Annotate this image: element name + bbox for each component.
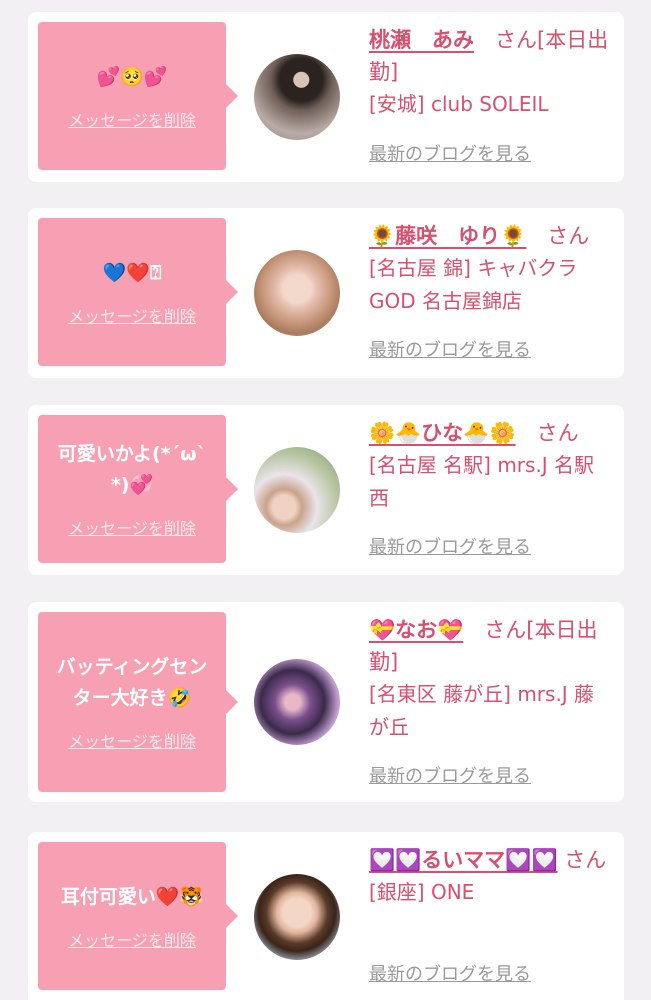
- message-text: 💕🥺💕: [96, 65, 168, 88]
- cast-name-link[interactable]: 🌼🐣ひな🐣🌼: [369, 421, 516, 445]
- latest-blog-link[interactable]: 最新のブログを見る: [369, 960, 531, 986]
- delete-message-link[interactable]: メッセージを削除: [68, 927, 196, 951]
- list-item: バッティングセンター大好き🤣 メッセージを削除 💝なお💝 さん[本日出勤] [名…: [28, 602, 624, 802]
- shop-label: [名東区 藤が丘] mrs.J 藤が丘: [369, 682, 595, 739]
- honorific-status: さん: [564, 848, 607, 872]
- message-bubble: 💙❤️⍰ メッセージを削除: [38, 218, 238, 366]
- message-bubble: 可愛いかよ(*´ω`*)💞 メッセージを削除: [38, 415, 238, 563]
- latest-blog-link[interactable]: 最新のブログを見る: [369, 533, 531, 559]
- message-bubble: バッティングセンター大好き🤣 メッセージを削除: [38, 612, 238, 792]
- message-text: バッティングセンター大好き🤣: [56, 656, 208, 709]
- shop-label: [名古屋 錦] キャバクラ GOD 名古屋錦店: [369, 256, 578, 313]
- message-bubble: 💕🥺💕 メッセージを削除: [38, 22, 238, 170]
- cast-name-link[interactable]: 桃瀬 あみ: [369, 28, 474, 52]
- message-bubble: 耳付可愛い❤️🐯 メッセージを削除: [38, 842, 238, 990]
- message-text: 💙❤️⍰: [102, 261, 162, 284]
- cast-name-link[interactable]: 🌻藤咲 ゆり🌻: [369, 224, 526, 248]
- latest-blog-link[interactable]: 最新のブログを見る: [369, 140, 531, 166]
- avatar[interactable]: [254, 659, 340, 745]
- shop-label: [名古屋 名駅] mrs.J 名駅西: [369, 453, 595, 510]
- shop-label: [銀座] ONE: [369, 880, 475, 904]
- delete-message-link[interactable]: メッセージを削除: [68, 728, 196, 752]
- avatar[interactable]: [254, 250, 340, 336]
- cast-name-link[interactable]: 💟💟るいママ💟💟: [369, 848, 558, 872]
- honorific-status: さん: [526, 224, 590, 248]
- list-item: 💙❤️⍰ メッセージを削除 🌻藤咲 ゆり🌻 さん [名古屋 錦] キャバクラ G…: [28, 208, 624, 378]
- list-item: 耳付可愛い❤️🐯 メッセージを削除 💟💟るいママ💟💟 さん [銀座] ONE 最…: [28, 832, 624, 1000]
- avatar[interactable]: [254, 447, 340, 533]
- avatar[interactable]: [254, 874, 340, 960]
- latest-blog-link[interactable]: 最新のブログを見る: [369, 336, 531, 362]
- message-text: 耳付可愛い❤️🐯: [60, 885, 204, 908]
- delete-message-link[interactable]: メッセージを削除: [68, 515, 196, 539]
- avatar[interactable]: [254, 54, 340, 140]
- honorific-status: さん: [515, 421, 579, 445]
- list-item: 💕🥺💕 メッセージを削除 桃瀬 あみ さん[本日出勤] [安城] club SO…: [28, 12, 624, 182]
- list-item: 可愛いかよ(*´ω`*)💞 メッセージを削除 🌼🐣ひな🐣🌼 さん [名古屋 名駅…: [28, 405, 624, 575]
- message-list: 💕🥺💕 メッセージを削除 桃瀬 あみ さん[本日出勤] [安城] club SO…: [0, 0, 651, 1000]
- latest-blog-link[interactable]: 最新のブログを見る: [369, 762, 531, 788]
- delete-message-link[interactable]: メッセージを削除: [68, 107, 196, 131]
- delete-message-link[interactable]: メッセージを削除: [68, 303, 196, 327]
- message-text: 可愛いかよ(*´ω`*)💞: [57, 443, 207, 496]
- cast-name-link[interactable]: 💝なお💝: [369, 618, 463, 642]
- shop-label: [安城] club SOLEIL: [369, 92, 549, 116]
